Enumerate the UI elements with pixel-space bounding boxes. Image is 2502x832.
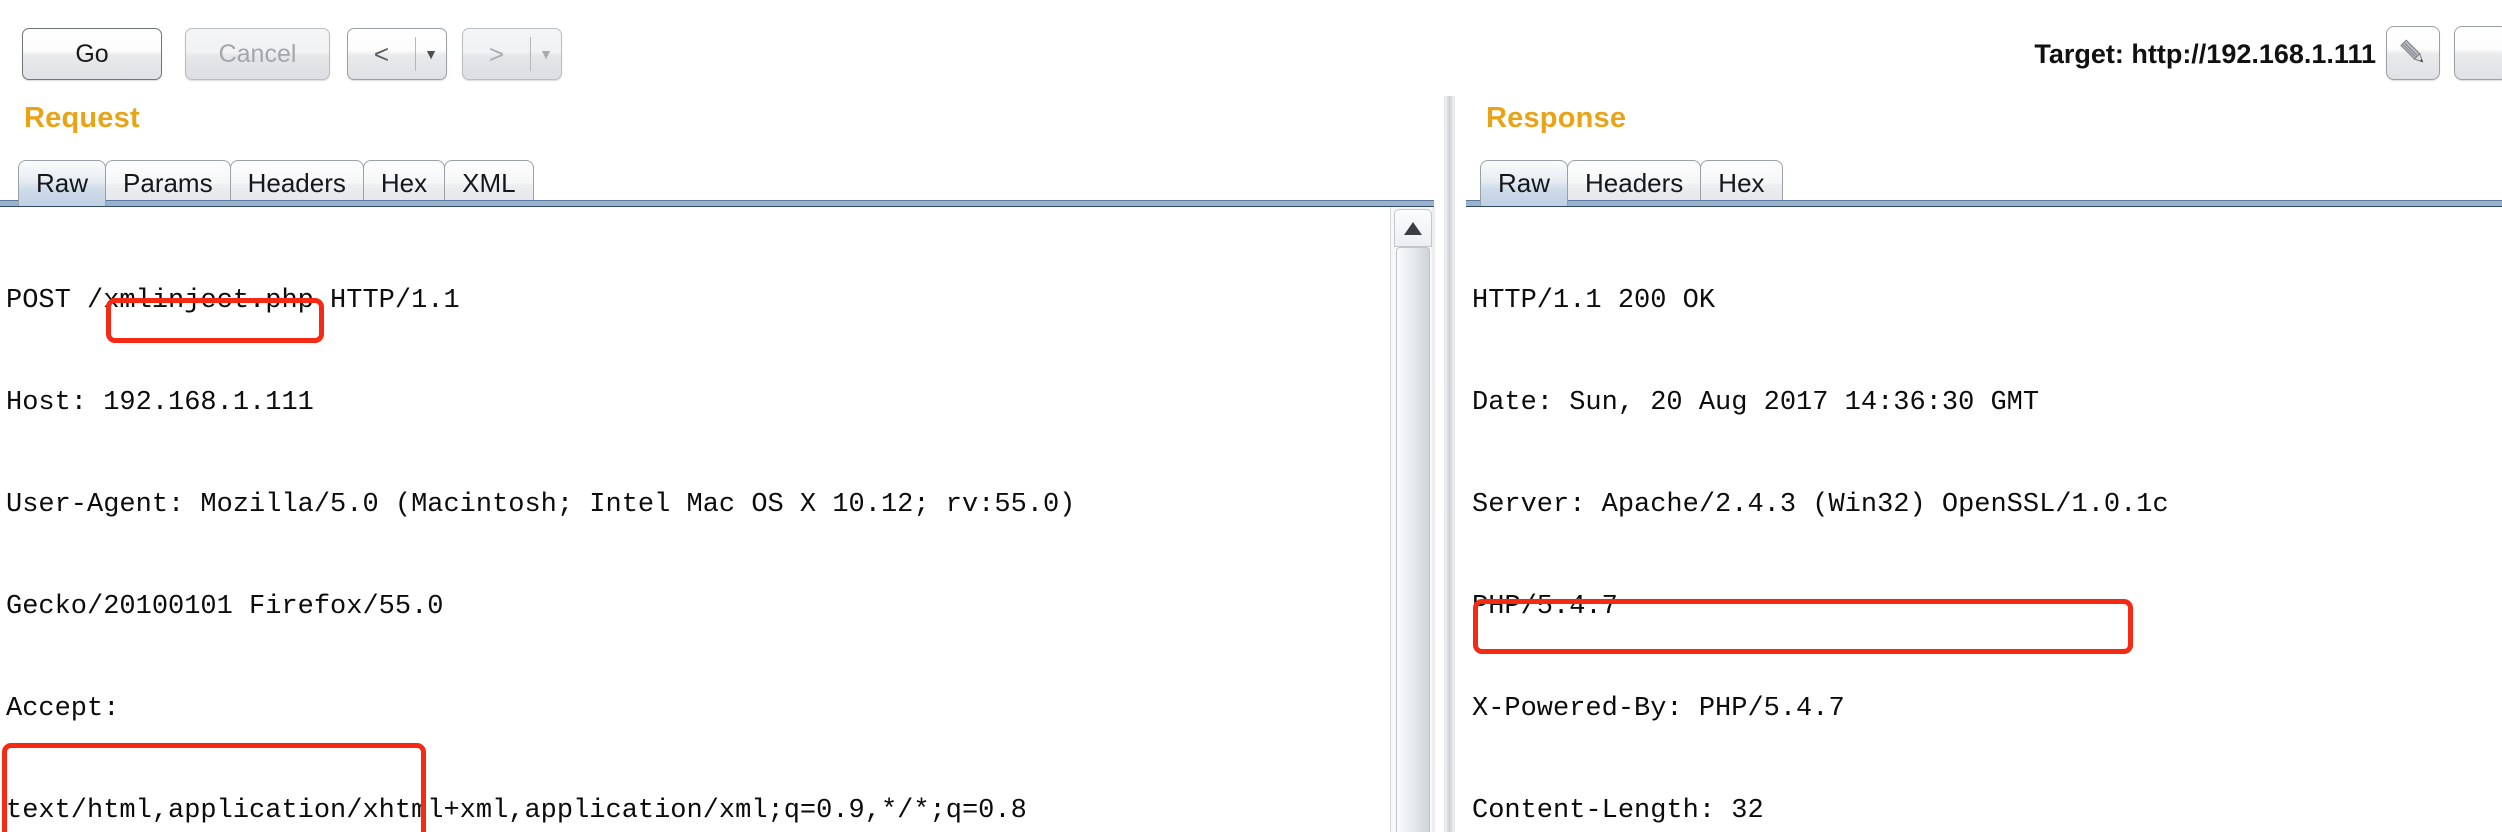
request-line: User-Agent: Mozilla/5.0 (Macintosh; Inte…	[6, 490, 1076, 520]
request-tabstrip: Raw Params Headers Hex XML	[18, 154, 534, 206]
request-line: Host: 192.168.1.111	[6, 388, 314, 418]
response-tabstrip: Raw Headers Hex	[1480, 154, 1783, 206]
edit-target-button[interactable]	[2386, 26, 2440, 80]
previous-request-button[interactable]: < ▼	[347, 28, 447, 80]
response-editor[interactable]: HTTP/1.1 200 OK Date: Sun, 20 Aug 2017 1…	[1466, 207, 2502, 832]
response-line: Date: Sun, 20 Aug 2017 14:36:30 GMT	[1472, 388, 2040, 418]
scroll-up-button[interactable]	[1394, 209, 1432, 247]
response-line: PHP/5.4.7	[1472, 592, 1618, 622]
response-text: HTTP/1.1 200 OK Date: Sun, 20 Aug 2017 1…	[1472, 216, 2169, 832]
response-panel: Response Raw Headers Hex HTTP/1.1 200 OK…	[1466, 88, 2502, 832]
request-tab-underline	[0, 200, 1434, 207]
request-line: text/html,application/xhtml+xml,applicat…	[6, 796, 1027, 826]
next-request-button[interactable]: > ▼	[462, 28, 562, 80]
previous-arrow-icon: <	[373, 38, 390, 69]
response-tab-raw[interactable]: Raw	[1480, 160, 1569, 206]
panel-splitter[interactable]	[1444, 96, 1455, 832]
response-panel-title: Response	[1486, 102, 1627, 134]
cancel-button[interactable]: Cancel	[185, 28, 330, 80]
toolbar-overflow-button[interactable]	[2454, 26, 2502, 80]
previous-dropdown-icon[interactable]: ▼	[416, 29, 446, 79]
response-line: HTTP/1.1 200 OK	[1472, 286, 1716, 316]
scrollbar-thumb[interactable]	[1396, 247, 1430, 832]
response-tab-underline	[1466, 200, 2502, 207]
response-line: X-Powered-By: PHP/5.4.7	[1472, 694, 1845, 724]
request-line: Gecko/20100101 Firefox/55.0	[6, 592, 444, 622]
go-button[interactable]: Go	[22, 28, 162, 80]
request-line: POST /xmlinject.php HTTP/1.1	[6, 286, 460, 316]
request-line: Accept:	[6, 694, 120, 724]
toolbar: Go Cancel < ▼ > ▼ Target: http://192.168…	[0, 0, 2502, 88]
burp-repeater-window: Go Cancel < ▼ > ▼ Target: http://192.168…	[0, 0, 2502, 832]
triangle-up-icon	[1404, 221, 1422, 235]
request-panel-title: Request	[24, 102, 140, 134]
next-dropdown-icon[interactable]: ▼	[531, 29, 561, 79]
request-editor[interactable]: POST /xmlinject.php HTTP/1.1 Host: 192.1…	[0, 207, 1388, 832]
next-arrow-icon: >	[488, 38, 505, 69]
request-text: POST /xmlinject.php HTTP/1.1 Host: 192.1…	[6, 216, 1388, 832]
target-label: Target: http://192.168.1.111	[2034, 38, 2376, 69]
request-tab-raw[interactable]: Raw	[18, 160, 107, 206]
request-vertical-scrollbar[interactable]	[1390, 207, 1435, 832]
scrollbar-track[interactable]	[1432, 207, 1435, 832]
response-line: Content-Length: 32	[1472, 796, 1764, 826]
pencil-icon	[2400, 39, 2424, 63]
response-line: Server: Apache/2.4.3 (Win32) OpenSSL/1.0…	[1472, 490, 2169, 520]
request-panel: Request Raw Params Headers Hex XML POST …	[0, 88, 1435, 832]
